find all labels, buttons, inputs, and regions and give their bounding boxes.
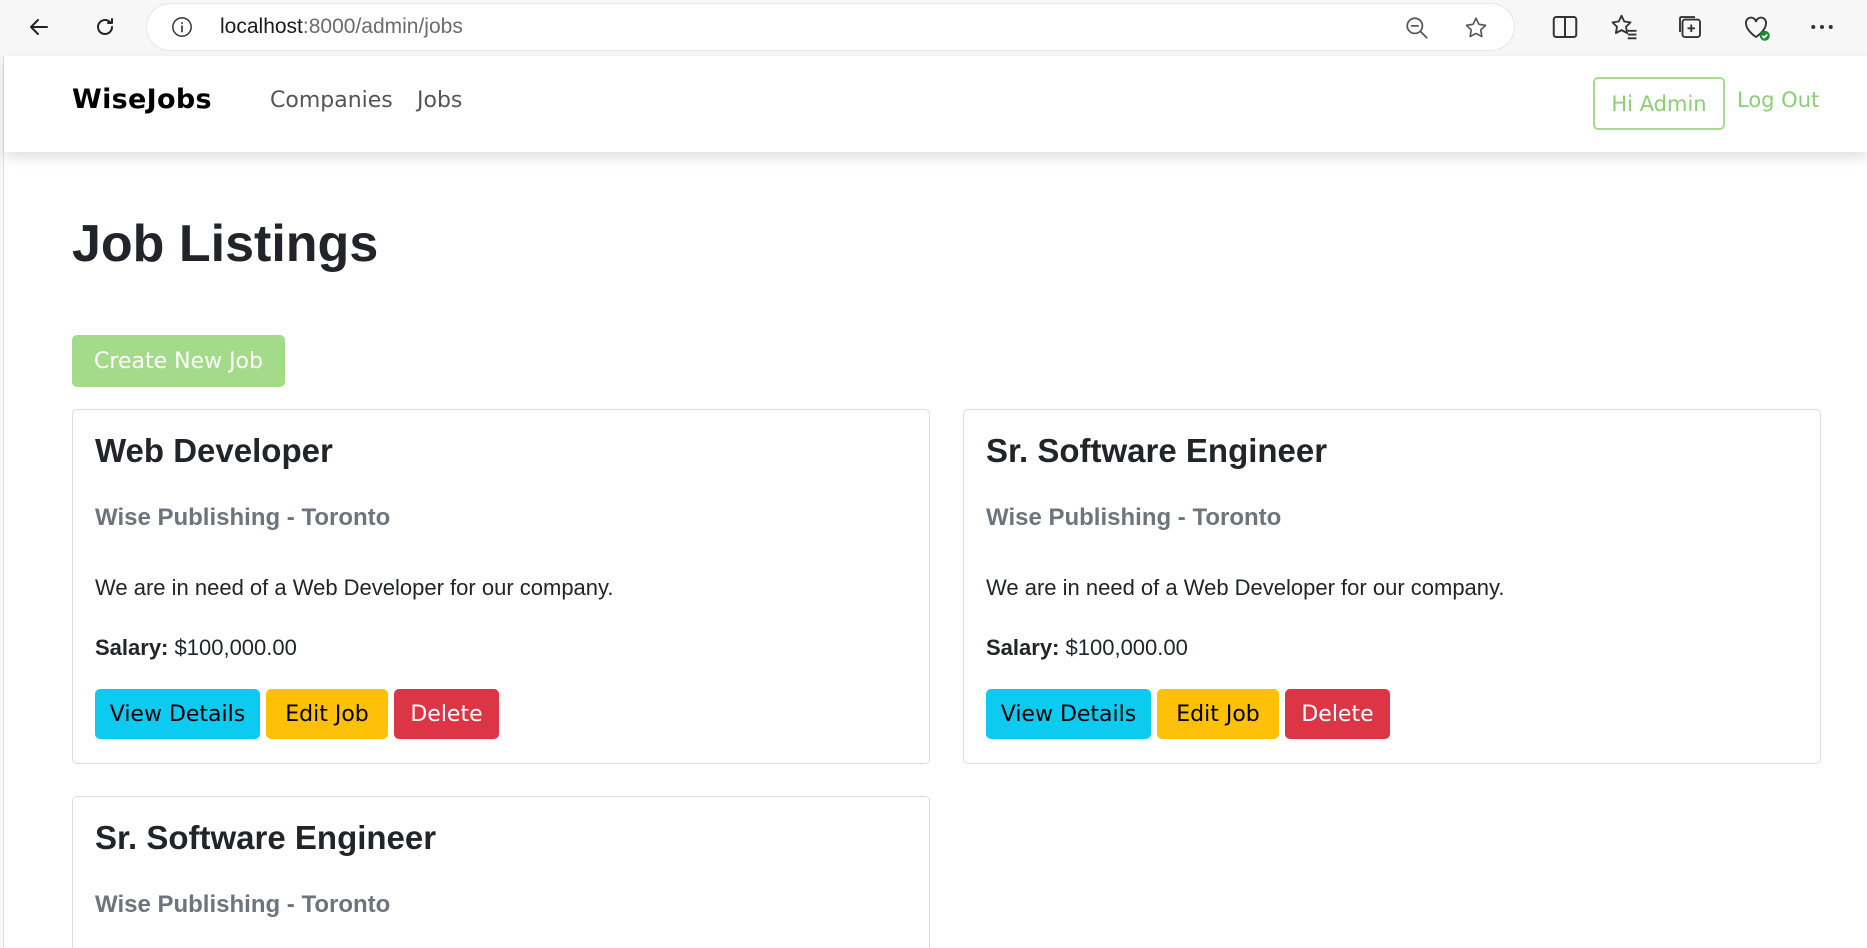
job-title: Web Developer <box>95 432 333 469</box>
job-title: Sr. Software Engineer <box>986 432 1328 469</box>
edit-job-button[interactable]: Edit Job <box>1157 689 1279 739</box>
address-bar[interactable]: localhost:8000/admin/jobs <box>147 4 1514 50</box>
job-salary: Salary: $100,000.00 <box>95 635 297 661</box>
more-menu-icon[interactable] <box>1807 12 1837 42</box>
browser-health-icon[interactable] <box>1741 12 1771 42</box>
salary-label: Salary: <box>986 635 1060 660</box>
job-company: Wise Publishing - Toronto <box>95 891 391 918</box>
view-details-button[interactable]: View Details <box>986 689 1151 739</box>
logout-link[interactable]: Log Out <box>1737 88 1819 112</box>
favorite-star-icon[interactable] <box>1463 15 1489 41</box>
delete-button[interactable]: Delete <box>1285 689 1390 739</box>
delete-button[interactable]: Delete <box>394 689 499 739</box>
site-navbar: WiseJobs Companies Jobs Hi Admin Log Out <box>4 56 1867 152</box>
web-page: WiseJobs Companies Jobs Hi Admin Log Out… <box>3 56 1867 948</box>
job-company: Wise Publishing - Toronto <box>95 504 391 531</box>
browser-toolbar: localhost:8000/admin/jobs <box>0 0 1867 54</box>
collections-icon[interactable] <box>1675 12 1705 42</box>
job-card: Sr. Software Engineer Wise Publishing - … <box>963 409 1821 764</box>
salary-value: $100,000.00 <box>174 635 297 660</box>
back-button[interactable] <box>20 8 58 46</box>
job-description: We are in need of a Web Developer for ou… <box>95 575 614 600</box>
info-icon[interactable] <box>171 16 193 38</box>
job-card: Sr. Software Engineer Wise Publishing - … <box>72 796 930 948</box>
brand-logo[interactable]: WiseJobs <box>72 84 212 115</box>
salary-value: $100,000.00 <box>1065 635 1188 660</box>
job-company: Wise Publishing - Toronto <box>986 504 1282 531</box>
job-title: Sr. Software Engineer <box>95 819 437 856</box>
view-details-button[interactable]: View Details <box>95 689 260 739</box>
user-button[interactable]: Hi Admin <box>1593 77 1725 130</box>
split-screen-icon[interactable] <box>1550 12 1580 42</box>
url-host: localhost <box>220 15 303 38</box>
back-arrow-icon <box>30 19 48 35</box>
favorites-icon[interactable] <box>1609 12 1639 42</box>
zoom-out-icon[interactable] <box>1404 15 1430 41</box>
job-salary: Salary: $100,000.00 <box>986 635 1188 661</box>
page-title: Job Listings <box>72 215 379 273</box>
edit-job-button[interactable]: Edit Job <box>266 689 388 739</box>
refresh-button[interactable] <box>86 8 124 46</box>
create-job-button[interactable]: Create New Job <box>72 335 285 387</box>
salary-label: Salary: <box>95 635 169 660</box>
job-card: Web Developer Wise Publishing - Toronto … <box>72 409 930 764</box>
refresh-icon <box>97 18 113 35</box>
nav-jobs[interactable]: Jobs <box>417 88 462 113</box>
nav-companies[interactable]: Companies <box>270 88 393 113</box>
url-path: :8000/admin/jobs <box>302 15 463 38</box>
url-text[interactable]: localhost:8000/admin/jobs <box>220 16 463 38</box>
job-description: We are in need of a Web Developer for ou… <box>986 575 1505 600</box>
